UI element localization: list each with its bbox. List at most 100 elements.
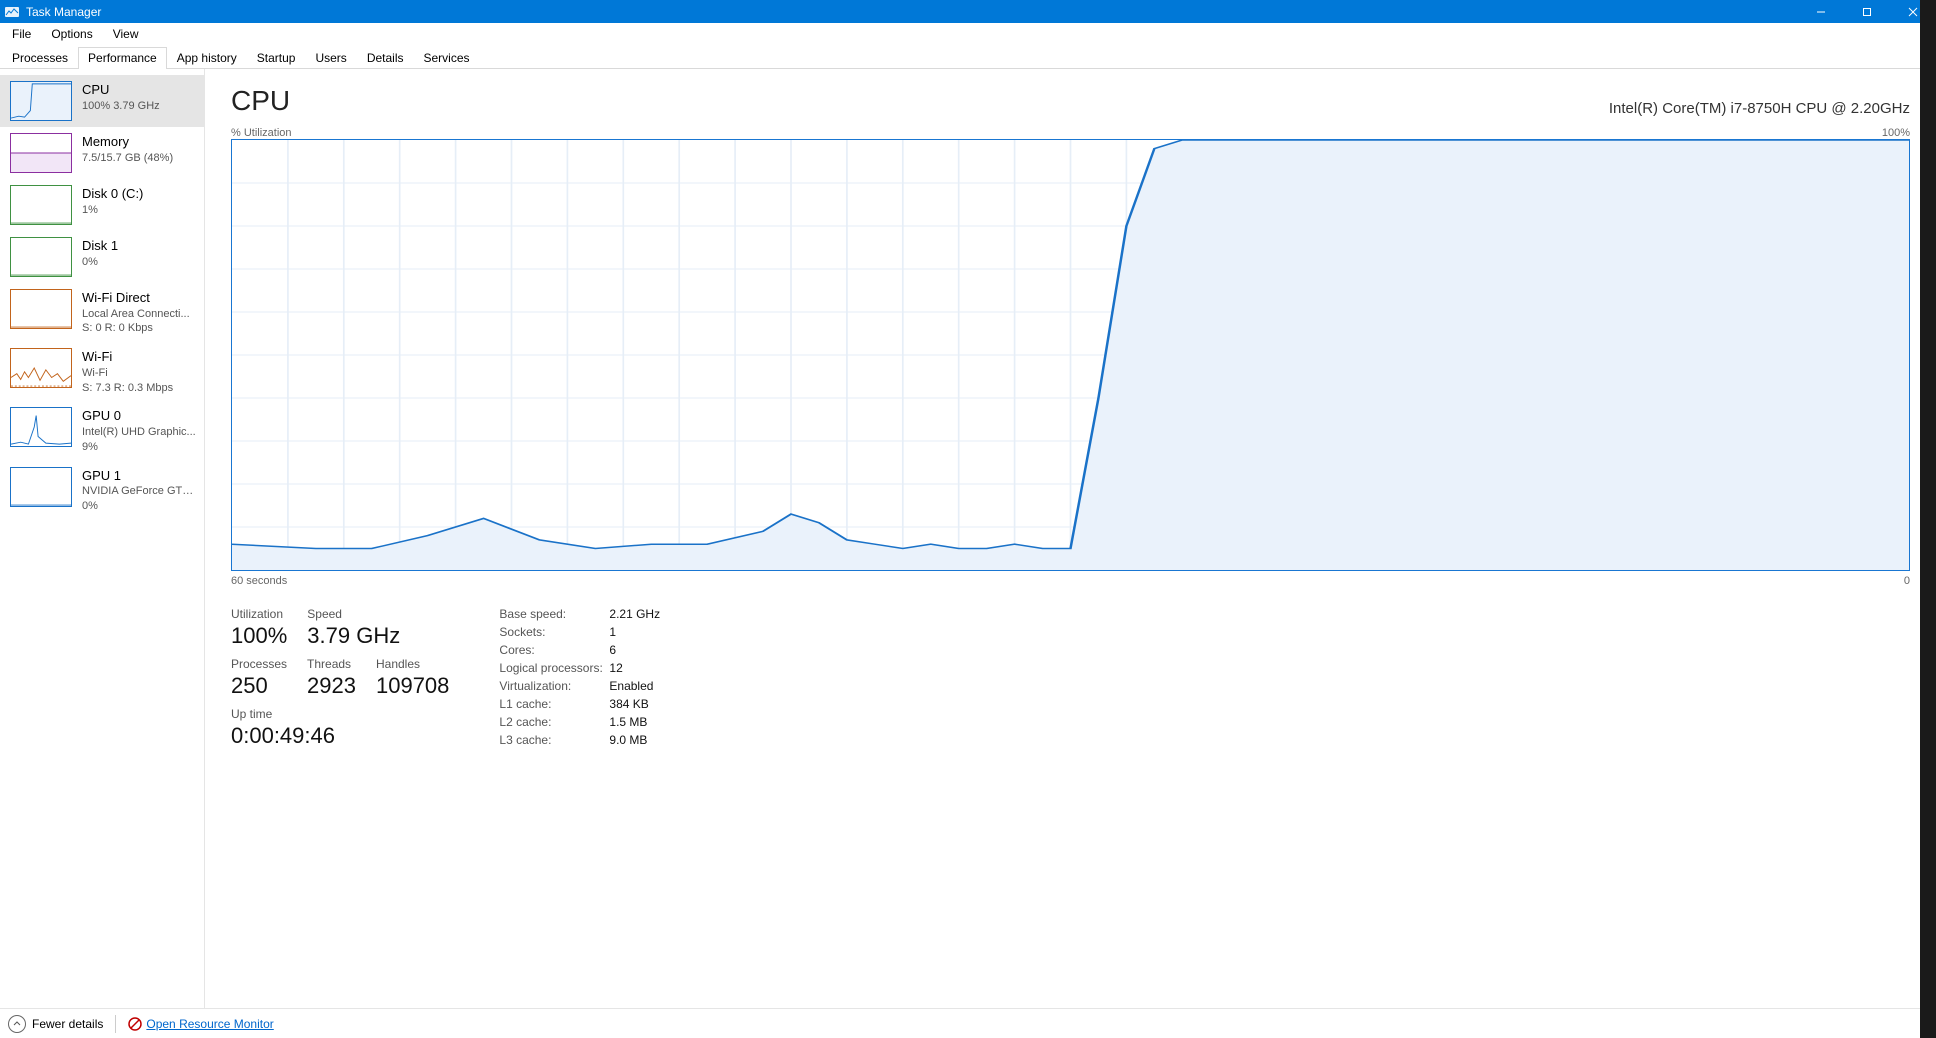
uptime-value: 0:00:49:46	[231, 723, 449, 749]
tab-startup[interactable]: Startup	[247, 47, 306, 69]
chart-y-label: % Utilization	[231, 127, 292, 139]
gpu0-thumb-icon	[10, 407, 72, 447]
sidebar-wifidirect-sub2: S: 0 R: 0 Kbps	[82, 321, 190, 336]
virt-label: Virtualization:	[499, 679, 609, 693]
sidebar-gpu0-sub1: Intel(R) UHD Graphic...	[82, 425, 196, 440]
sidebar-disk0-title: Disk 0 (C:)	[82, 185, 143, 203]
disk1-thumb-icon	[10, 237, 72, 277]
right-edge-strip	[1920, 0, 1936, 1038]
tab-users[interactable]: Users	[305, 47, 356, 69]
chart-x-left: 60 seconds	[231, 575, 287, 587]
wifi-thumb-icon	[10, 348, 72, 388]
sidebar-wifi-sub2: S: 7.3 R: 0.3 Mbps	[82, 381, 173, 396]
cpu-utilization-chart[interactable]	[231, 139, 1910, 571]
sidebar-disk1-sub: 0%	[82, 255, 118, 270]
sidebar-wifi-sub1: Wi-Fi	[82, 366, 173, 381]
minimize-button[interactable]	[1798, 0, 1844, 23]
sidebar-disk0-sub: 1%	[82, 203, 143, 218]
menu-options[interactable]: Options	[41, 25, 102, 43]
disk0-thumb-icon	[10, 185, 72, 225]
sidebar-wifidirect-sub1: Local Area Connecti...	[82, 307, 190, 322]
l1-value: 384 KB	[609, 697, 689, 711]
window-title: Task Manager	[26, 5, 101, 19]
tab-app-history[interactable]: App history	[167, 47, 247, 69]
sidebar-item-disk0[interactable]: Disk 0 (C:) 1%	[0, 179, 204, 231]
gpu1-thumb-icon	[10, 467, 72, 507]
tab-details[interactable]: Details	[357, 47, 414, 69]
sidebar-item-gpu1[interactable]: GPU 1 NVIDIA GeForce GTX... 0%	[0, 461, 204, 520]
tab-performance[interactable]: Performance	[78, 47, 167, 69]
footer-divider	[115, 1015, 116, 1033]
fewer-details-label: Fewer details	[32, 1017, 103, 1031]
performance-main: CPU Intel(R) Core(TM) i7-8750H CPU @ 2.2…	[205, 69, 1936, 1008]
sidebar-item-gpu0[interactable]: GPU 0 Intel(R) UHD Graphic... 9%	[0, 401, 204, 460]
sidebar-memory-title: Memory	[82, 133, 173, 151]
menu-view[interactable]: View	[103, 25, 149, 43]
memory-thumb-icon	[10, 133, 72, 173]
sockets-label: Sockets:	[499, 625, 609, 639]
cpu-thumb-icon	[10, 81, 72, 121]
utilization-value: 100%	[231, 623, 287, 649]
cpu-spec-table: Base speed:2.21 GHz Sockets:1 Cores:6 Lo…	[499, 607, 689, 747]
wifi-direct-thumb-icon	[10, 289, 72, 329]
chart-x-right: 0	[1904, 575, 1910, 587]
sidebar-disk1-title: Disk 1	[82, 237, 118, 255]
utilization-label: Utilization	[231, 607, 287, 621]
threads-value: 2923	[307, 673, 356, 699]
handles-label: Handles	[376, 657, 449, 671]
uptime-label: Up time	[231, 707, 449, 721]
sidebar-cpu-title: CPU	[82, 81, 160, 99]
sockets-value: 1	[609, 625, 689, 639]
sidebar-wifidirect-title: Wi-Fi Direct	[82, 289, 190, 307]
cores-label: Cores:	[499, 643, 609, 657]
handles-value: 109708	[376, 673, 449, 699]
l1-label: L1 cache:	[499, 697, 609, 711]
threads-label: Threads	[307, 657, 356, 671]
speed-value: 3.79 GHz	[307, 623, 400, 649]
content-area: CPU 100% 3.79 GHz Memory 7.5/15.7 GB (48…	[0, 69, 1936, 1008]
sidebar-cpu-sub: 100% 3.79 GHz	[82, 99, 160, 114]
sidebar-item-memory[interactable]: Memory 7.5/15.7 GB (48%)	[0, 127, 204, 179]
processes-label: Processes	[231, 657, 287, 671]
page-title: CPU	[231, 85, 290, 117]
resource-monitor-icon	[128, 1017, 142, 1031]
chevron-up-icon	[8, 1015, 26, 1033]
sidebar-item-wifi-direct[interactable]: Wi-Fi Direct Local Area Connecti... S: 0…	[0, 283, 204, 342]
cpu-stats: Utilization 100% Speed 3.79 GHz Processe…	[231, 607, 1910, 749]
virt-value: Enabled	[609, 679, 689, 693]
chart-y-max: 100%	[1882, 127, 1910, 139]
l2-label: L2 cache:	[499, 715, 609, 729]
sidebar-gpu0-title: GPU 0	[82, 407, 196, 425]
title-bar: Task Manager	[0, 0, 1936, 23]
tab-strip: Processes Performance App history Startu…	[0, 45, 1936, 69]
sidebar-gpu0-sub2: 9%	[82, 440, 196, 455]
processes-value: 250	[231, 673, 287, 699]
sidebar-item-disk1[interactable]: Disk 1 0%	[0, 231, 204, 283]
app-icon	[4, 4, 20, 20]
sidebar-gpu1-sub2: 0%	[82, 499, 196, 514]
l3-label: L3 cache:	[499, 733, 609, 747]
menu-file[interactable]: File	[2, 25, 41, 43]
base-speed-label: Base speed:	[499, 607, 609, 621]
l2-value: 1.5 MB	[609, 715, 689, 729]
performance-sidebar: CPU 100% 3.79 GHz Memory 7.5/15.7 GB (48…	[0, 69, 205, 1008]
tab-services[interactable]: Services	[414, 47, 480, 69]
l3-value: 9.0 MB	[609, 733, 689, 747]
sidebar-item-wifi[interactable]: Wi-Fi Wi-Fi S: 7.3 R: 0.3 Mbps	[0, 342, 204, 401]
cpu-device-name: Intel(R) Core(TM) i7-8750H CPU @ 2.20GHz	[1609, 100, 1910, 117]
open-resource-monitor-label: Open Resource Monitor	[146, 1017, 273, 1031]
tab-processes[interactable]: Processes	[2, 47, 78, 69]
lprocs-value: 12	[609, 661, 689, 675]
speed-label: Speed	[307, 607, 400, 621]
fewer-details-button[interactable]: Fewer details	[8, 1015, 103, 1033]
sidebar-item-cpu[interactable]: CPU 100% 3.79 GHz	[0, 75, 204, 127]
maximize-button[interactable]	[1844, 0, 1890, 23]
sidebar-wifi-title: Wi-Fi	[82, 348, 173, 366]
sidebar-gpu1-title: GPU 1	[82, 467, 196, 485]
open-resource-monitor-link[interactable]: Open Resource Monitor	[128, 1017, 273, 1031]
sidebar-memory-sub: 7.5/15.7 GB (48%)	[82, 151, 173, 166]
base-speed-value: 2.21 GHz	[609, 607, 689, 621]
lprocs-label: Logical processors:	[499, 661, 609, 675]
sidebar-gpu1-sub1: NVIDIA GeForce GTX...	[82, 484, 196, 499]
cores-value: 6	[609, 643, 689, 657]
